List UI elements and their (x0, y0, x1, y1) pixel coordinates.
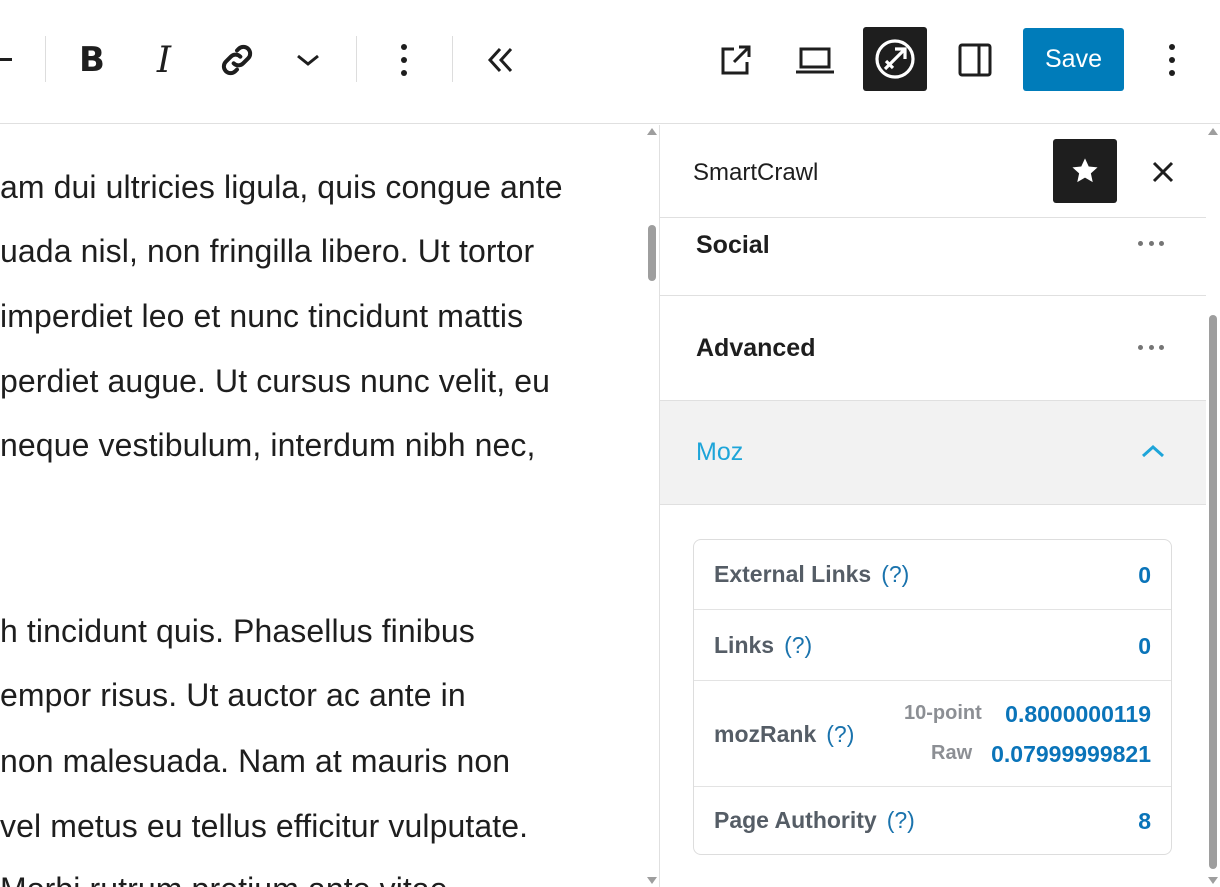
paragraph-line: empor risus. Ut auctor ac ante in (0, 677, 466, 713)
external-links-label: External Links (?) (714, 561, 910, 587)
moz-row-page-authority: Page Authority (?) 8 (694, 787, 1171, 855)
help-link[interactable]: (?) (784, 632, 812, 658)
more-vertical-icon[interactable] (384, 36, 424, 84)
panel-title-social: Social (696, 231, 770, 259)
ten-point-value: 0.8000000119 (1005, 701, 1151, 727)
double-chevron-left-icon[interactable] (478, 38, 522, 82)
ten-point-label: 10-point (904, 702, 982, 724)
mozrank-label: mozRank (?) (714, 721, 855, 747)
smartcrawl-icon[interactable] (863, 27, 927, 91)
more-horizontal-icon[interactable] (1138, 345, 1164, 351)
moz-row-links: Links (?) 0 (694, 610, 1171, 681)
link-icon[interactable] (212, 34, 262, 86)
scroll-up-arrow[interactable] (1208, 128, 1218, 135)
links-value: 0 (1138, 633, 1151, 659)
help-link[interactable]: (?) (887, 807, 915, 833)
paragraph-line: am dui ultricies ligula, quis congue ant… (0, 169, 563, 205)
editor-scrollbar[interactable] (645, 125, 659, 887)
star-icon[interactable] (1053, 139, 1117, 203)
panel-moz[interactable]: Moz (660, 401, 1206, 505)
scroll-down-arrow[interactable] (1208, 877, 1218, 884)
options-menu-icon[interactable] (1152, 36, 1192, 84)
help-link[interactable]: (?) (826, 721, 854, 747)
page-authority-value: 8 (1138, 808, 1151, 834)
italic-button[interactable]: I (142, 36, 186, 84)
scroll-up-arrow[interactable] (647, 128, 657, 135)
panel-advanced[interactable]: Advanced (660, 296, 1206, 401)
raw-label: Raw (931, 742, 973, 764)
moz-metrics-box: External Links (?) 0 Links (?) 0 mozRank (?… (693, 539, 1172, 855)
paragraph-line: non malesuada. Nam at mauris non (0, 743, 511, 779)
laptop-icon[interactable] (790, 36, 840, 84)
toolbar-separator (45, 36, 46, 82)
moz-row-mozrank: mozRank (?) 10-point 0.8000000119 Raw 0.0… (694, 681, 1171, 787)
minus-icon[interactable] (0, 44, 16, 74)
bold-button[interactable]: B (70, 36, 114, 84)
chevron-down-icon[interactable] (290, 40, 326, 80)
help-link[interactable]: (?) (881, 561, 909, 587)
editor-scroll-thumb[interactable] (648, 225, 656, 281)
paragraph-line: vel metus eu tellus efficitur vulputate. (0, 808, 529, 844)
paragraph-line: uada nisl, non fringilla libero. Ut tort… (0, 233, 535, 269)
panel-social[interactable]: Social (660, 218, 1206, 296)
toolbar-separator (356, 36, 357, 82)
sidebar-scroll-thumb[interactable] (1209, 315, 1217, 869)
scroll-down-arrow[interactable] (647, 877, 657, 884)
links-label: Links (?) (714, 632, 813, 658)
panel-title-moz: Moz (696, 438, 744, 466)
close-icon[interactable] (1138, 147, 1188, 197)
external-links-value: 0 (1138, 562, 1151, 588)
paragraph-line: h tincidunt quis. Phasellus finibus (0, 613, 475, 649)
moz-row-external-links: External Links (?) 0 (694, 540, 1171, 610)
external-link-icon[interactable] (712, 36, 760, 84)
paragraph-line: imperdiet leo et nunc tincidunt mattis (0, 298, 524, 334)
sidebar-scrollbar[interactable] (1206, 125, 1220, 887)
sidebar-toggle-icon[interactable] (950, 36, 1000, 84)
chevron-up-icon[interactable] (1140, 443, 1166, 459)
paragraph-line: Morbi rutrum pretium ante vitae (0, 871, 448, 887)
paragraph-line: neque vestibulum, interdum nibh nec, (0, 427, 536, 463)
sidebar-header: SmartCrawl (660, 125, 1206, 218)
sidebar-title: SmartCrawl (693, 159, 819, 186)
editor-canvas[interactable]: am dui ultricies ligula, quis congue ant… (0, 125, 645, 887)
save-button[interactable]: Save (1023, 28, 1124, 91)
more-horizontal-icon[interactable] (1138, 241, 1164, 247)
page-authority-label: Page Authority (?) (714, 807, 915, 833)
settings-sidebar: SmartCrawl Social Advanced Moz External … (660, 125, 1206, 887)
toolbar-separator (452, 36, 453, 82)
editor-toolbar: B I Save (0, 0, 1220, 124)
paragraph-line: perdiet augue. Ut cursus nunc velit, eu (0, 363, 550, 399)
raw-value: 0.07999999821 (991, 741, 1151, 767)
panel-title-advanced: Advanced (696, 334, 816, 362)
